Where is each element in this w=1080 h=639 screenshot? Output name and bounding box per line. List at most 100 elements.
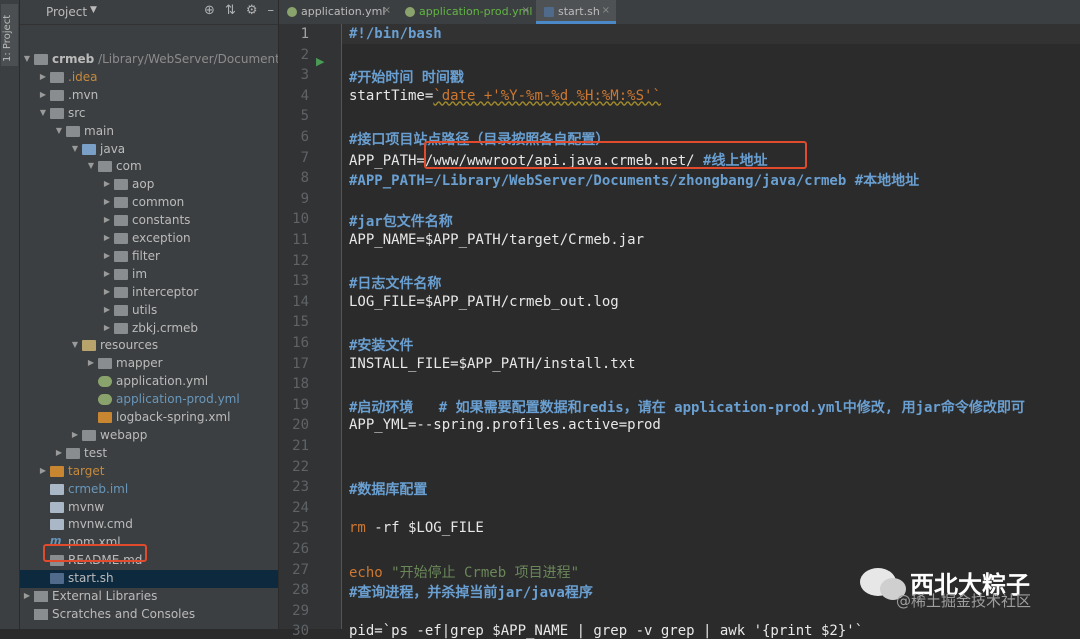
tab-application-prod-yml[interactable]: application-prod.yml × [397, 0, 536, 24]
code-line[interactable]: #数据库配置 [349, 479, 427, 499]
chevron-down-icon[interactable]: ▼ [70, 144, 80, 153]
project-panel-header: Project ▼ ⊕ ⇅ ⚙ – [20, 0, 278, 25]
tree-item[interactable]: ▼ main [20, 123, 278, 141]
close-icon[interactable]: × [383, 5, 391, 16]
tree-item[interactable]: ▶ target [20, 463, 278, 481]
line-number: 23 [292, 479, 309, 496]
tree-item[interactable]: ▶ aop [20, 176, 278, 194]
chevron-down-icon[interactable]: ▼ [54, 126, 64, 135]
tree-item-label: constants [132, 213, 191, 228]
chevron-right-icon[interactable]: ▶ [102, 251, 112, 260]
chevron-down-icon[interactable]: ▼ [22, 54, 32, 63]
code-line[interactable]: LOG_FILE=$APP_PATH/crmeb_out.log [349, 294, 619, 310]
tree-item[interactable]: ▶ .mvn [20, 87, 278, 105]
line-number: 5 [300, 108, 309, 125]
close-icon[interactable]: × [522, 5, 530, 16]
code-line[interactable]: #安装文件 [349, 335, 413, 355]
code-line[interactable]: #!/bin/bash [349, 26, 442, 42]
chevron-right-icon[interactable]: ▶ [102, 287, 112, 296]
code-line[interactable]: startTime=`date +'%Y-%m-%d %H:%M:%S'` [349, 88, 661, 104]
tree-item[interactable]: ▶ constants [20, 212, 278, 230]
line-number: 22 [292, 458, 309, 475]
line-number: 3 [300, 67, 309, 84]
tree-item[interactable]: ▼ java [20, 141, 278, 159]
collapse-icon[interactable]: ⇅ [225, 3, 236, 18]
code-line[interactable]: rm -rf $LOG_FILE [349, 520, 484, 536]
chevron-right-icon[interactable]: ▶ [102, 269, 112, 278]
code-line[interactable]: #查询进程，并杀掉当前jar/java程序 [349, 582, 593, 602]
folder-icon [114, 322, 128, 334]
chevron-right-icon[interactable]: ▶ [102, 323, 112, 332]
tree-item[interactable]: ▶ exception [20, 230, 278, 248]
chevron-right-icon[interactable]: ▶ [38, 90, 48, 99]
project-tool-tab[interactable]: 1: Project [1, 4, 18, 66]
chevron-right-icon[interactable]: ▶ [102, 197, 112, 206]
tab-start-sh[interactable]: start.sh × [536, 0, 616, 24]
chevron-right-icon[interactable]: ▶ [86, 358, 96, 367]
chevron-down-icon[interactable]: ▼ [38, 108, 48, 117]
tree-item[interactable]: start.sh [20, 570, 278, 589]
gear-icon[interactable]: ⚙ [246, 3, 258, 18]
code-line[interactable]: echo "开始停止 Crmeb 项目进程" [349, 562, 579, 582]
tree-item[interactable]: mvnw.cmd [20, 516, 278, 534]
line-number: 14 [292, 293, 309, 310]
chevron-right-icon[interactable]: ▶ [102, 179, 112, 188]
tree-item[interactable]: ▼ src [20, 105, 278, 123]
tree-item[interactable]: ▶ .idea [20, 69, 278, 87]
code-line[interactable]: #启动环境 # 如果需要配置数据和redis，请在 application-pr… [349, 397, 1025, 417]
tree-item[interactable]: crmeb.iml [20, 481, 278, 499]
run-icon[interactable]: ▶ [316, 55, 324, 68]
code-line[interactable]: #jar包文件名称 [349, 211, 453, 231]
code-line[interactable]: INSTALL_FILE=$APP_PATH/install.txt [349, 356, 636, 372]
chevron-right-icon[interactable]: ▶ [102, 215, 112, 224]
test-folder-icon [66, 447, 80, 459]
chevron-down-icon[interactable]: ▼ [70, 340, 80, 349]
line-number: 28 [292, 582, 309, 599]
chevron-down-icon[interactable]: ▼ [90, 5, 97, 15]
tree-item[interactable]: ▶ zbkj.crmeb [20, 320, 278, 338]
tree-item[interactable]: ▼ resources [20, 337, 278, 355]
code-line[interactable]: APP_YML=--spring.profiles.active=prod [349, 417, 661, 433]
tree-item[interactable]: mvnw [20, 499, 278, 517]
tree-item[interactable]: ▶ common [20, 194, 278, 212]
tree-item[interactable]: ▶ filter [20, 248, 278, 266]
tree-item[interactable]: application.yml [20, 373, 278, 391]
chevron-down-icon[interactable]: ▼ [86, 161, 96, 170]
code-token: #!/bin/bash [349, 26, 442, 42]
tree-item[interactable]: ▼ crmeb /Library/WebServer/Documents/z [20, 51, 278, 69]
code-line[interactable]: #APP_PATH=/Library/WebServer/Documents/z… [349, 170, 919, 190]
chevron-right-icon[interactable]: ▶ [22, 591, 32, 600]
tree-item[interactable]: ▶ test [20, 445, 278, 463]
chevron-right-icon[interactable]: ▶ [54, 448, 64, 457]
code-line[interactable]: pid=`ps -ef|grep $APP_NAME | grep -v gre… [349, 623, 863, 639]
line-number: 26 [292, 541, 309, 557]
chevron-right-icon[interactable]: ▶ [102, 233, 112, 242]
tree-item-label: crmeb /Library/WebServer/Documents/z [52, 52, 278, 66]
close-icon[interactable]: × [602, 5, 610, 16]
tree-item[interactable]: Scratches and Consoles [20, 606, 278, 624]
tree-item-label: exception [132, 231, 191, 245]
tree-item-label: External Libraries [52, 589, 158, 603]
hide-icon[interactable]: – [268, 3, 275, 18]
code-line[interactable]: APP_NAME=$APP_PATH/target/Crmeb.jar [349, 232, 644, 248]
tree-item[interactable]: application-prod.yml [20, 391, 278, 409]
tree-item[interactable]: logback-spring.xml [20, 409, 278, 427]
tab-application-yml[interactable]: application.yml × [279, 0, 397, 24]
crosshair-icon[interactable]: ⊕ [204, 3, 215, 18]
project-tool-tab-label: 1: Project [2, 14, 13, 62]
chevron-right-icon[interactable]: ▶ [38, 72, 48, 81]
chevron-right-icon[interactable]: ▶ [38, 466, 48, 475]
code-line[interactable]: #日志文件名称 [349, 273, 441, 293]
code-line[interactable]: #开始时间 时间戳 [349, 67, 464, 87]
tree-item[interactable]: ▶ im [20, 266, 278, 284]
chevron-right-icon[interactable]: ▶ [102, 305, 112, 314]
chevron-right-icon[interactable]: ▶ [70, 430, 80, 439]
tree-item[interactable]: ▶ mapper [20, 355, 278, 373]
tree-item[interactable]: ▶ interceptor [20, 284, 278, 302]
tree-item[interactable]: ▶ webapp [20, 427, 278, 445]
project-view-selector[interactable]: Project [46, 5, 87, 19]
tree-item[interactable]: ▼ com [20, 158, 278, 176]
folder-icon [114, 304, 128, 316]
tree-item[interactable]: ▶ External Libraries [20, 588, 278, 606]
tree-item[interactable]: ▶ utils [20, 302, 278, 320]
